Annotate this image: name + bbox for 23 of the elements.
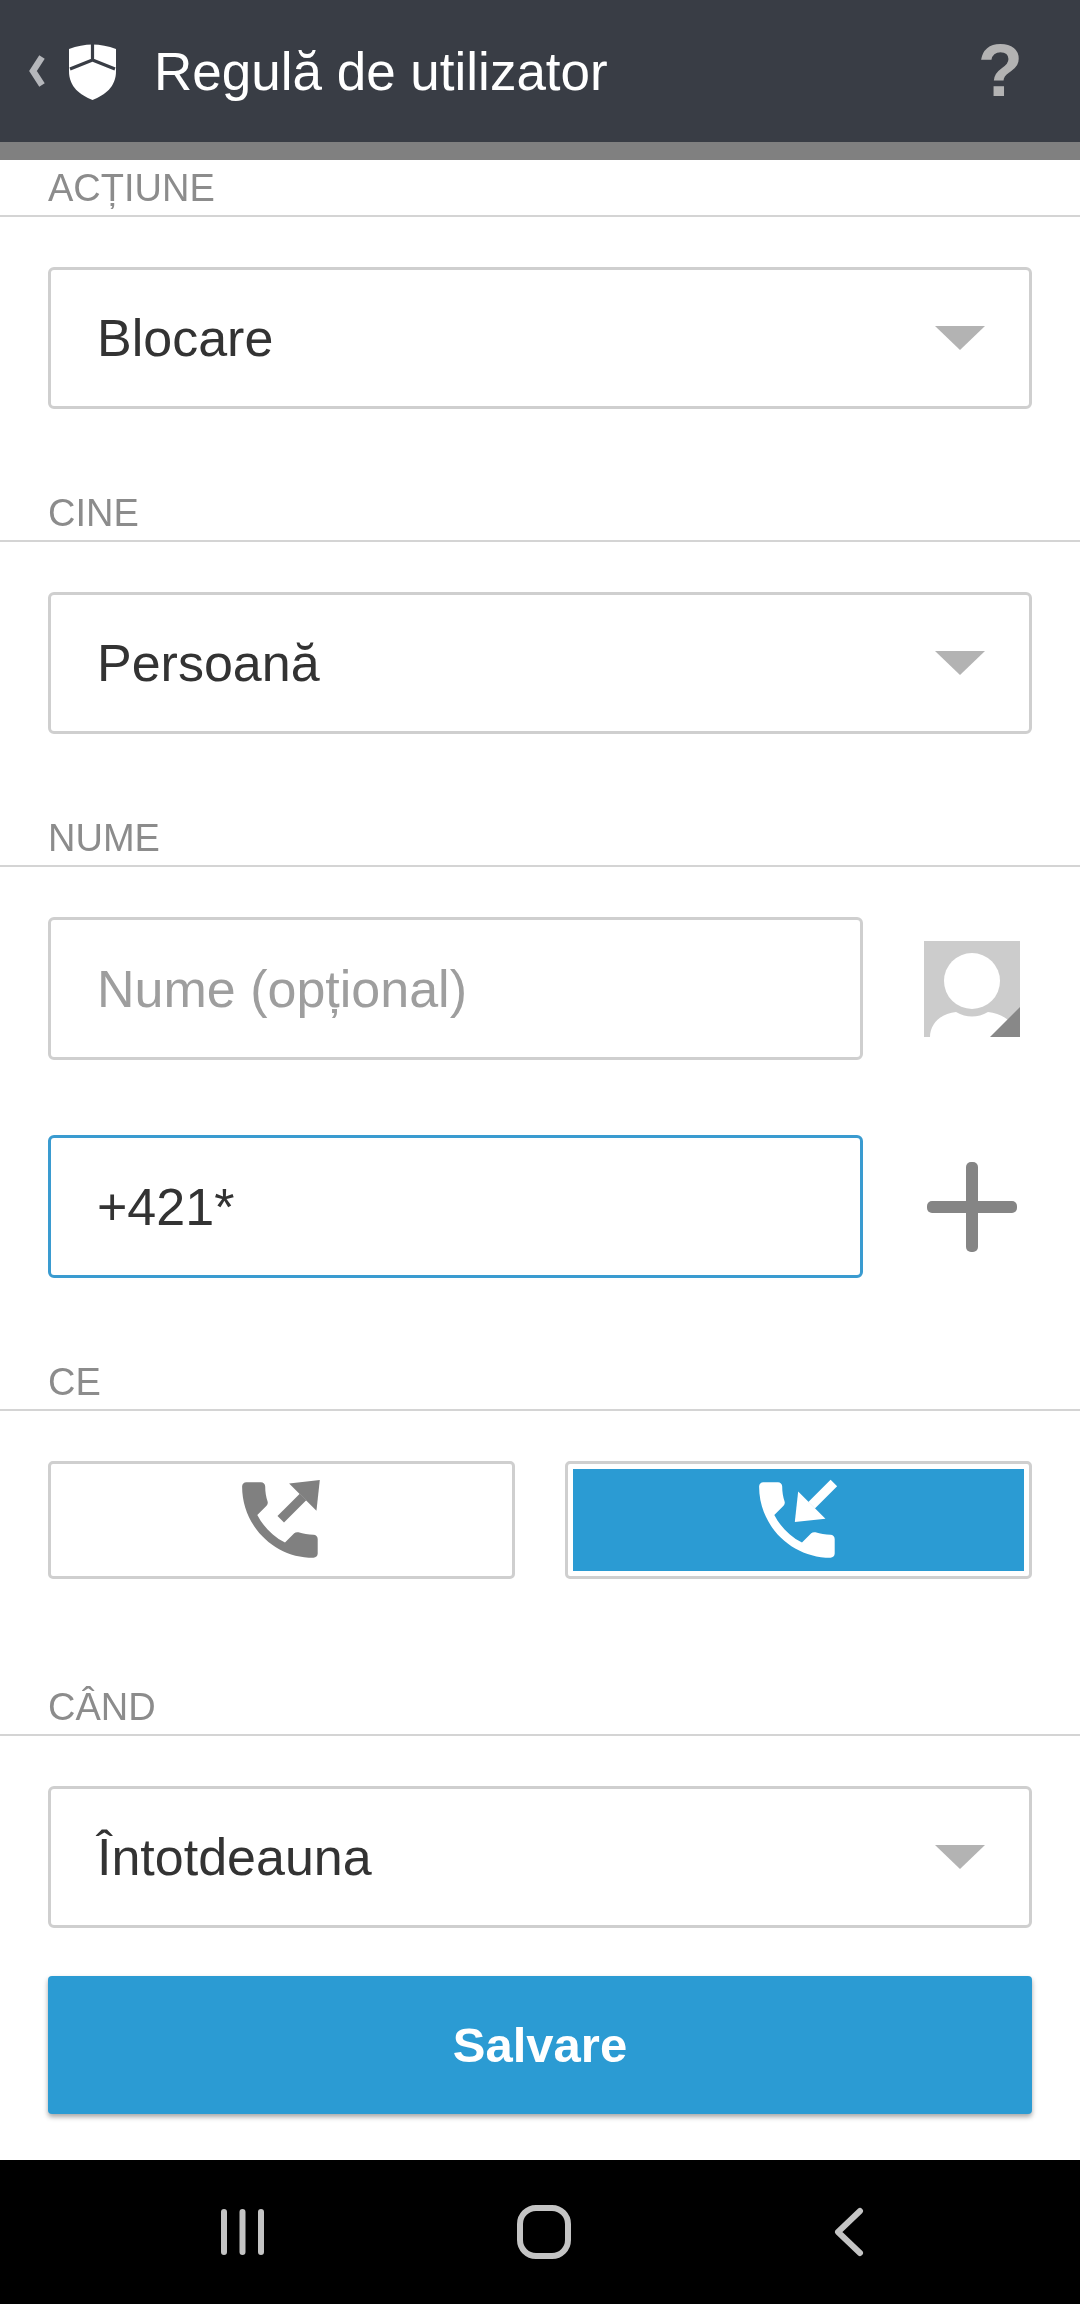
plus-icon[interactable]	[926, 1161, 1017, 1252]
phone-number-field[interactable]: +421*	[48, 1135, 863, 1278]
help-button[interactable]: ?	[977, 34, 1023, 108]
recent-apps-icon[interactable]	[220, 2208, 265, 2256]
dropdown[interactable]: Blocare	[48, 267, 1032, 409]
caret-icon	[935, 326, 985, 350]
person-icon[interactable]	[923, 940, 1020, 1037]
back-icon[interactable]	[833, 2207, 865, 2257]
home-icon[interactable]	[517, 2205, 571, 2259]
caret-icon	[935, 651, 985, 675]
section-heading: CINE	[47, 491, 139, 536]
section-heading: NUME	[47, 816, 160, 861]
shield-icon	[69, 42, 116, 100]
name-field[interactable]: Nume (opțional)	[48, 917, 863, 1060]
call-type-button[interactable]	[565, 1461, 1032, 1579]
section-heading: CE	[47, 1360, 101, 1405]
dropdown[interactable]: Întotdeauna	[48, 1786, 1032, 1928]
screen-title: Regulă de utilizator	[154, 40, 609, 102]
section-heading: ACȚIUNE	[47, 166, 215, 211]
call-type-button[interactable]	[48, 1461, 515, 1579]
dropdown[interactable]: Persoană	[48, 592, 1032, 734]
section-heading: CÂND	[47, 1685, 156, 1730]
caret-icon	[935, 1845, 985, 1869]
